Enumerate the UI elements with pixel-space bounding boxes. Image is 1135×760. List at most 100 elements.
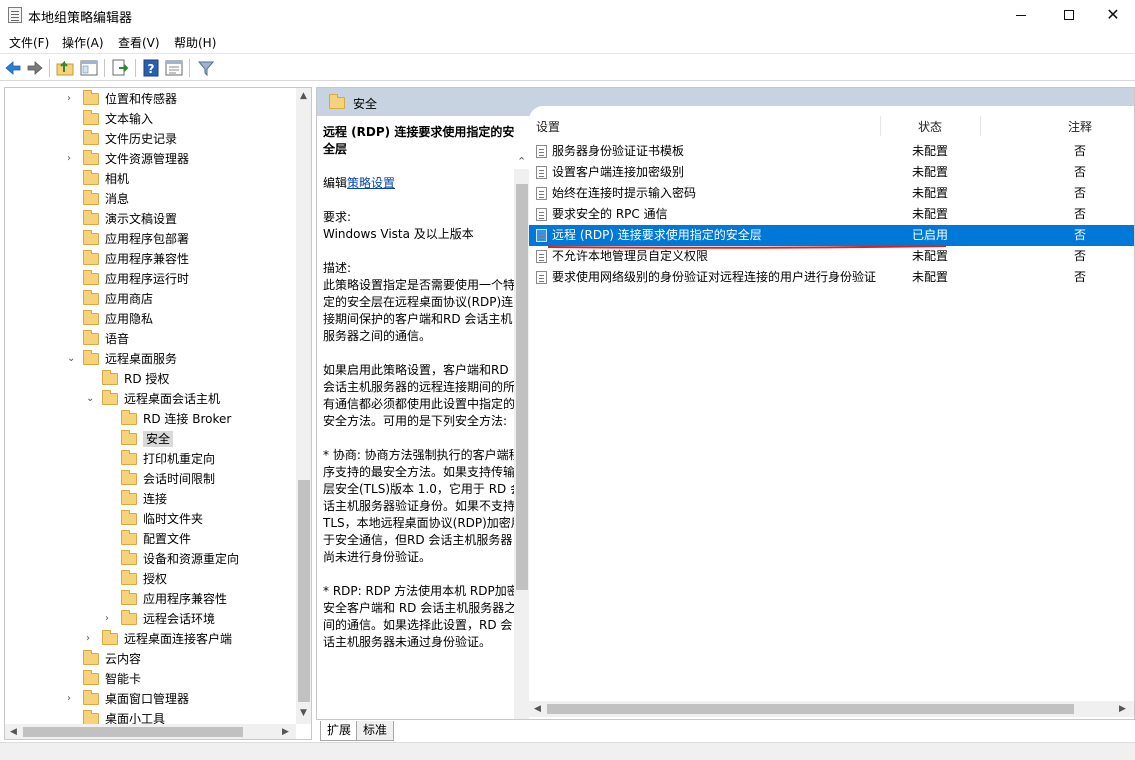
expand-chevron-icon[interactable]: › — [105, 609, 115, 629]
setting-state: 未配置 — [912, 186, 949, 200]
show-hide-tree-icon[interactable] — [79, 58, 99, 78]
tree-item[interactable]: 智能卡 — [83, 669, 141, 689]
maximize-icon — [1064, 10, 1074, 20]
tree-scroll-thumb[interactable] — [298, 480, 310, 702]
tree-item[interactable]: 文件历史记录 — [83, 129, 177, 149]
scroll-left-icon[interactable]: ◀ — [534, 704, 541, 714]
tree-item[interactable]: 云内容 — [83, 649, 141, 669]
export-list-icon[interactable] — [110, 58, 130, 78]
tree-item[interactable]: 配置文件 — [121, 529, 191, 549]
tree-item[interactable]: 演示文稿设置 — [83, 209, 177, 229]
menu-view[interactable]: 查看(V) — [118, 34, 160, 51]
description-scroll-thumb[interactable] — [516, 184, 528, 590]
tree-item[interactable]: ⌄ 远程桌面服务 — [67, 349, 177, 369]
tree-item[interactable]: 连接 — [121, 489, 167, 509]
tab-extended[interactable]: 扩展 — [320, 721, 359, 741]
setting-row[interactable]: 服务器身份验证证书模板 未配置 否 — [529, 141, 1134, 162]
setting-name: 始终在连接时提示输入密码 — [552, 186, 697, 200]
column-divider[interactable] — [880, 116, 881, 136]
list-horizontal-scrollbar[interactable]: ◀ ▶ — [529, 701, 1134, 717]
menu-help[interactable]: 帮助(H) — [174, 34, 216, 51]
column-header-setting[interactable]: 设置 — [536, 118, 560, 135]
tree-horizontal-scrollbar[interactable]: ◀ ▶ — [5, 724, 296, 739]
up-folder-icon[interactable] — [55, 58, 75, 78]
expand-chevron-icon[interactable]: › — [67, 89, 77, 109]
menu-file[interactable]: 文件(F) — [9, 34, 49, 51]
close-button[interactable]: ✕ — [1090, 0, 1135, 30]
tab-standard[interactable]: 标准 — [356, 721, 395, 741]
tree-hscroll-thumb[interactable] — [23, 727, 243, 737]
menu-action[interactable]: 操作(A) — [62, 34, 104, 51]
scroll-up-icon[interactable]: ⌃ — [517, 155, 526, 168]
toolbar-separator — [104, 59, 105, 77]
collapse-chevron-icon[interactable]: ⌄ — [67, 349, 77, 369]
tree-item[interactable]: 会话时间限制 — [121, 469, 215, 489]
tree-item-label: 应用商店 — [105, 292, 154, 306]
setting-name: 服务器身份验证证书模板 — [552, 144, 685, 158]
tree-item-label: 设备和资源重定向 — [143, 552, 240, 566]
setting-row[interactable]: 远程 (RDP) 连接要求使用指定的安全层 已启用 否 — [529, 225, 1134, 246]
tree-item[interactable]: ⌄ 远程桌面会话主机 — [86, 389, 220, 409]
back-arrow-icon[interactable] — [3, 58, 23, 78]
policy-setting-icon — [536, 145, 547, 158]
tree-item[interactable]: 授权 — [121, 569, 167, 589]
tree-vertical-scrollbar[interactable]: ▲ ▼ — [296, 88, 311, 724]
gpedit-app-icon — [8, 7, 22, 23]
tree-item[interactable]: 相机 — [83, 169, 129, 189]
column-header-note[interactable]: 注释 — [1068, 118, 1092, 135]
setting-row[interactable]: 要求安全的 RPC 通信 未配置 否 — [529, 204, 1134, 225]
tree-item[interactable]: 消息 — [83, 189, 129, 209]
setting-row[interactable]: 设置客户端连接加密级别 未配置 否 — [529, 162, 1134, 183]
tree-item[interactable]: › 远程会话环境 — [105, 609, 215, 629]
tree-item[interactable]: › 文件资源管理器 — [67, 149, 189, 169]
minimize-button[interactable] — [998, 0, 1044, 30]
setting-note: 否 — [1074, 144, 1087, 158]
tree-item[interactable]: RD 授权 — [102, 369, 169, 389]
expand-chevron-icon[interactable]: › — [86, 629, 96, 649]
view-tabs: 扩展 标准 — [316, 720, 1135, 742]
collapse-chevron-icon[interactable]: ⌄ — [86, 389, 96, 409]
list-hscroll-thumb[interactable] — [547, 704, 1074, 714]
description-text: 此策略设置指定是否需要使用一个特定的安全层在远程桌面协议(RDP)连接期间保护的… — [323, 278, 516, 343]
description-paragraph: 如果启用此策略设置，客户端和RD 会话主机服务器的远程连接期间的所有通信都必须都… — [323, 363, 516, 428]
scroll-right-icon[interactable]: ▶ — [1119, 704, 1126, 714]
forward-arrow-icon[interactable] — [25, 58, 45, 78]
tree-item[interactable]: 应用程序兼容性 — [83, 249, 189, 269]
setting-row[interactable]: 始终在连接时提示输入密码 未配置 否 — [529, 183, 1134, 204]
scroll-left-icon[interactable]: ◀ — [10, 727, 17, 737]
tree-item[interactable]: 打印机重定向 — [121, 449, 215, 469]
tree-item[interactable]: 应用隐私 — [83, 309, 153, 329]
setting-row[interactable]: 要求使用网络级别的身份验证对远程连接的用户进行身份验证 未配置 否 — [529, 267, 1134, 288]
tree-item[interactable]: 应用程序包部署 — [83, 229, 189, 249]
scroll-down-icon[interactable]: ▼ — [300, 708, 307, 718]
tree-item[interactable]: 应用商店 — [83, 289, 153, 309]
description-scrollbar[interactable]: ⌃ ⌄ — [514, 155, 530, 719]
tree-item[interactable]: 设备和资源重定向 — [121, 549, 239, 569]
tree-item[interactable]: 文本输入 — [83, 109, 153, 129]
policy-setting-icon — [536, 208, 547, 221]
tree-item[interactable]: › 远程桌面连接客户端 — [86, 629, 232, 649]
column-header-state[interactable]: 状态 — [918, 118, 942, 135]
column-divider[interactable] — [980, 116, 981, 136]
tree-item[interactable]: 安全 — [121, 429, 174, 449]
filter-icon[interactable] — [196, 58, 216, 78]
tree-item[interactable]: › 桌面窗口管理器 — [67, 689, 189, 709]
expand-chevron-icon[interactable]: › — [67, 689, 77, 709]
edit-policy-link[interactable]: 策略设置 — [347, 176, 395, 190]
properties-icon[interactable] — [164, 58, 184, 78]
tree-item[interactable]: 语音 — [83, 329, 129, 349]
expand-chevron-icon[interactable]: › — [67, 149, 77, 169]
folder-icon — [83, 110, 99, 125]
help-icon[interactable]: ? — [141, 58, 161, 78]
maximize-button[interactable] — [1046, 0, 1092, 30]
scroll-right-icon[interactable]: ▶ — [282, 727, 289, 737]
tree-item[interactable]: 应用程序运行时 — [83, 269, 189, 289]
tree-item[interactable]: › 位置和传感器 — [67, 89, 177, 109]
scroll-up-icon[interactable]: ▲ — [300, 91, 307, 101]
tree-item[interactable]: 应用程序兼容性 — [121, 589, 227, 609]
tree-item[interactable]: RD 连接 Broker — [121, 409, 231, 429]
close-icon: ✕ — [1106, 5, 1120, 24]
tree-item[interactable]: 临时文件夹 — [121, 509, 203, 529]
window: 本地组策略编辑器 ✕ 文件(F) 操作(A) 查看(V) 帮助(H) ? › 位置… — [0, 0, 1135, 760]
setting-state: 已启用 — [912, 228, 949, 242]
